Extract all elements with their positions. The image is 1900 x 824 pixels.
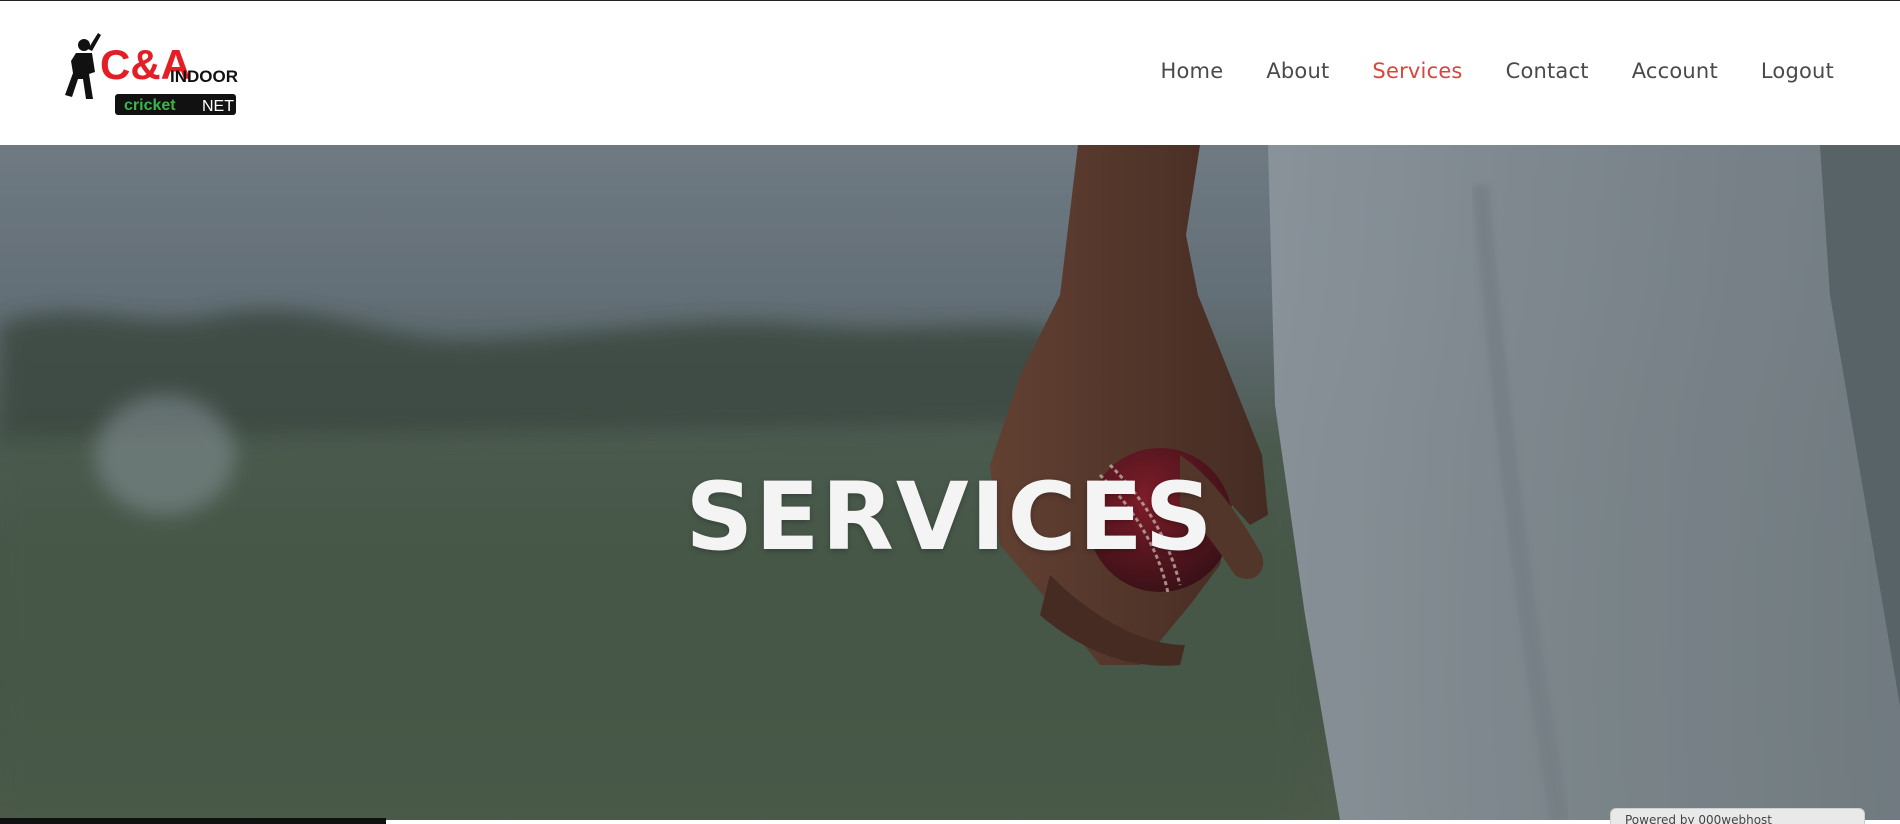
hero-banner: SERVICES	[0, 145, 1900, 820]
nav-item-account[interactable]: Account	[1632, 59, 1718, 83]
site-header: C&A INDOOR cricket NET Home About Services…	[0, 0, 1900, 145]
page: C&A INDOOR cricket NET Home About Services…	[0, 0, 1900, 824]
logo-cricket-text: cricket	[124, 97, 176, 114]
nav-item-services[interactable]: Services	[1372, 59, 1462, 83]
batsman-icon	[65, 33, 101, 99]
main-nav: Home About Services Contact Account Logout	[1118, 59, 1835, 83]
nav-item-home[interactable]: Home	[1161, 59, 1224, 83]
nav-item-about[interactable]: About	[1266, 59, 1329, 83]
bottom-overlay-bar	[0, 818, 386, 824]
site-logo[interactable]: C&A INDOOR cricket NET	[62, 27, 238, 121]
nav-item-logout[interactable]: Logout	[1761, 59, 1834, 83]
hosting-badge[interactable]: Powered by 000webhost	[1610, 808, 1865, 824]
nav-item-contact[interactable]: Contact	[1506, 59, 1589, 83]
logo-indoor-text: INDOOR	[170, 67, 238, 86]
hero-title: SERVICES	[685, 463, 1215, 572]
logo-net-text: NET	[202, 98, 234, 115]
